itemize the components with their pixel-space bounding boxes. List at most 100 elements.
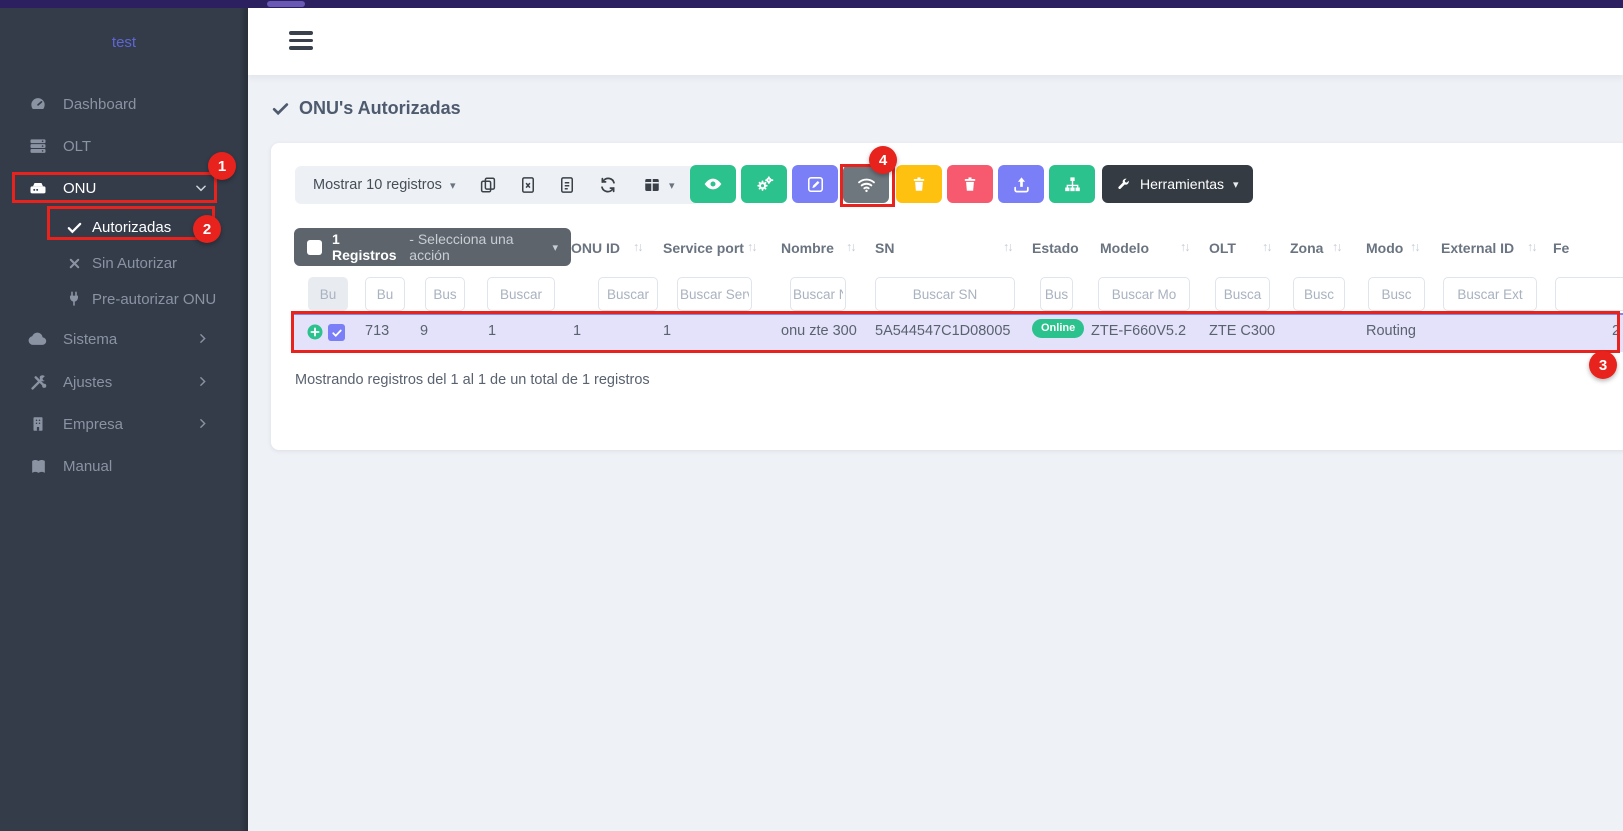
- column-header-external-id[interactable]: External ID: [1441, 238, 1514, 258]
- scrollbar-thumb[interactable]: [267, 1, 305, 7]
- column-header-fecha[interactable]: Fe: [1553, 238, 1569, 258]
- bulk-action-dropdown[interactable]: 1 Registros - Selecciona una acción ▾: [294, 228, 571, 266]
- onu-table-card: Mostrar 10 registros ▾ ▾ Herramientas ▾ …: [271, 143, 1623, 450]
- router-icon: [28, 178, 48, 198]
- sort-icon[interactable]: ↑↓: [846, 240, 855, 254]
- menu-icon[interactable]: [289, 31, 313, 54]
- sidebar-item-label: Autorizadas: [92, 219, 171, 236]
- sidebar-item-onu[interactable]: ONU: [0, 175, 248, 201]
- caret-down-icon[interactable]: ▾: [669, 179, 675, 192]
- cell-olt: ZTE C300: [1209, 323, 1275, 339]
- column-header-nombre[interactable]: Nombre: [781, 238, 834, 258]
- book-icon: [28, 456, 48, 476]
- sort-icon[interactable]: ↑↓: [1332, 240, 1341, 254]
- sort-icon[interactable]: ↑↓: [747, 240, 756, 254]
- row-checkbox[interactable]: [328, 324, 345, 341]
- sort-icon[interactable]: ↑↓: [1410, 240, 1419, 254]
- filter-input-fecha[interactable]: [1555, 277, 1623, 311]
- sort-icon[interactable]: ↑↓: [1003, 240, 1012, 254]
- edit-button[interactable]: [792, 165, 838, 203]
- sidebar-item-label: ONU: [63, 180, 96, 197]
- filter-input[interactable]: [487, 277, 555, 311]
- building-icon: [28, 414, 48, 434]
- sitemap-icon: [1063, 175, 1082, 194]
- refresh-icon[interactable]: [599, 176, 617, 194]
- sidebar-item-empresa[interactable]: Empresa: [0, 411, 248, 437]
- filter-input-external-id[interactable]: [1443, 277, 1537, 311]
- filter-input-estado[interactable]: [1040, 277, 1073, 311]
- sort-icon[interactable]: ↑↓: [633, 240, 642, 254]
- filter-input[interactable]: [308, 277, 348, 311]
- cell-puerto: 1: [488, 323, 496, 339]
- caret-down-icon: ▾: [1233, 178, 1239, 191]
- cell-onu-id: 1: [573, 323, 581, 339]
- file-icon[interactable]: [558, 176, 576, 194]
- page-length-select[interactable]: Mostrar 10 registros ▾: [313, 166, 455, 204]
- sidebar-item-label: OLT: [63, 138, 91, 155]
- gauge-icon: [28, 94, 48, 114]
- columns-icon[interactable]: [643, 176, 661, 194]
- sidebar-item-autorizadas[interactable]: Autorizadas: [0, 214, 248, 240]
- filter-input-modelo[interactable]: [1098, 277, 1190, 311]
- filter-input-olt[interactable]: [1215, 277, 1270, 311]
- sidebar-item-manual[interactable]: Manual: [0, 453, 248, 479]
- filter-input-modo[interactable]: [1368, 277, 1425, 311]
- eye-icon: [703, 174, 723, 194]
- chevron-right-icon: [196, 332, 210, 346]
- sidebar-item-ajustes[interactable]: Ajustes: [0, 369, 248, 395]
- gears-icon: [755, 175, 774, 194]
- caret-down-icon: ▾: [450, 179, 456, 192]
- filter-input[interactable]: [425, 277, 465, 311]
- copy-icon[interactable]: [479, 176, 497, 194]
- sidebar-item-label: Sistema: [63, 331, 117, 348]
- caret-down-icon: ▾: [552, 241, 558, 254]
- tools-dropdown-button[interactable]: Herramientas ▾: [1102, 165, 1253, 203]
- view-button[interactable]: [690, 165, 736, 203]
- chevron-right-icon: [196, 417, 210, 431]
- column-header-modelo[interactable]: Modelo: [1100, 238, 1149, 258]
- column-header-sn[interactable]: SN: [875, 238, 894, 258]
- filter-input-service-port[interactable]: [677, 277, 752, 311]
- edit-icon: [806, 175, 825, 194]
- column-header-zona[interactable]: Zona: [1290, 238, 1323, 258]
- settings-button[interactable]: [741, 165, 787, 203]
- filter-input-nombre[interactable]: [790, 277, 846, 311]
- select-all-checkbox[interactable]: [307, 240, 322, 255]
- x-icon: [64, 253, 84, 273]
- expand-row-icon[interactable]: [306, 323, 324, 341]
- sort-icon[interactable]: ↑↓: [1527, 240, 1536, 254]
- upload-button[interactable]: [998, 165, 1044, 203]
- filter-input-onu-id[interactable]: [598, 277, 658, 311]
- records-count: 1 Registros: [332, 231, 399, 263]
- sidebar: test Dashboard OLT ONU Autorizadas Sin A…: [0, 8, 248, 831]
- column-header-onu-id[interactable]: ONU ID: [571, 238, 620, 258]
- column-header-service-port[interactable]: Service port: [663, 238, 744, 258]
- wrench-icon: [1116, 177, 1131, 192]
- sort-icon[interactable]: ↑↓: [1180, 240, 1189, 254]
- excel-file-icon[interactable]: [519, 176, 537, 194]
- upload-icon: [1012, 175, 1031, 194]
- column-header-olt[interactable]: OLT: [1209, 238, 1236, 258]
- cloud-icon: [28, 329, 48, 349]
- trash-warning-button[interactable]: [896, 165, 942, 203]
- column-header-modo[interactable]: Modo: [1366, 238, 1403, 258]
- filter-input[interactable]: [365, 277, 405, 311]
- sidebar-item-sin-autorizar[interactable]: Sin Autorizar: [0, 250, 248, 276]
- sidebar-item-pre-autorizar[interactable]: Pre-autorizar ONU: [0, 286, 248, 312]
- sidebar-item-dashboard[interactable]: Dashboard: [0, 91, 248, 117]
- sidebar-item-sistema[interactable]: Sistema: [0, 326, 248, 352]
- filter-input-sn[interactable]: [875, 277, 1015, 311]
- column-header-estado[interactable]: Estado: [1032, 238, 1079, 258]
- wifi-button[interactable]: [843, 165, 889, 203]
- trash-delete-button[interactable]: [947, 165, 993, 203]
- filter-input-zona[interactable]: [1293, 277, 1345, 311]
- sidebar-item-olt[interactable]: OLT: [0, 133, 248, 159]
- top-accent-bar: [0, 0, 1623, 8]
- status-badge: Online: [1032, 319, 1084, 338]
- brand[interactable]: test: [0, 34, 248, 51]
- sitemap-button[interactable]: [1049, 165, 1095, 203]
- cell-id: 713: [365, 323, 389, 339]
- sort-icon[interactable]: ↑↓: [1262, 240, 1271, 254]
- sidebar-item-label: Dashboard: [63, 96, 136, 113]
- trash-icon: [910, 175, 928, 193]
